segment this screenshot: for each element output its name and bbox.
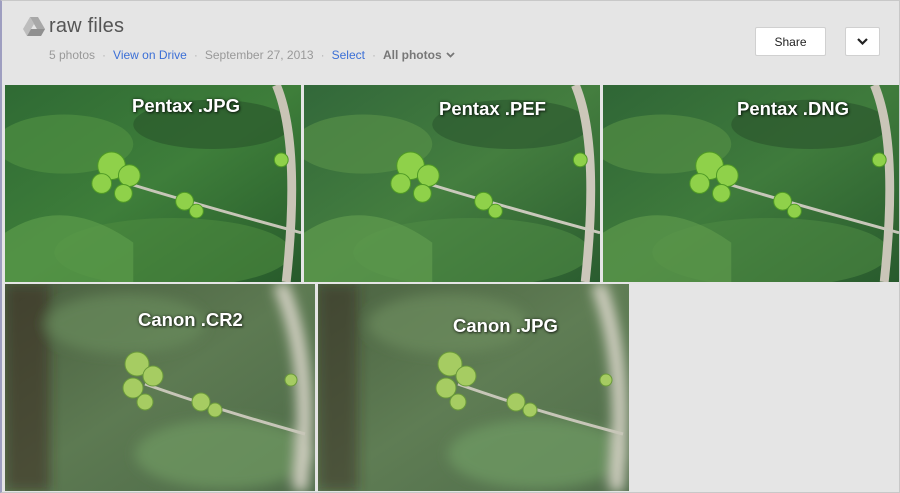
album-title: raw files <box>49 15 125 37</box>
photo-tile[interactable]: Canon .JPG <box>318 284 629 491</box>
photo-tile[interactable]: Pentax .PEF <box>304 85 600 282</box>
photo-caption: Canon .CR2 <box>138 309 243 330</box>
chevron-down-icon <box>446 52 455 58</box>
all-photos-filter[interactable]: All photos <box>383 48 455 62</box>
album-header: raw files 5 photos · View on Drive · Sep… <box>2 1 900 85</box>
photo-tile[interactable]: Pentax .JPG <box>5 85 301 282</box>
chevron-down-icon <box>857 38 868 45</box>
photo-caption: Pentax .PEF <box>439 98 546 119</box>
separator-dot: · <box>371 48 376 62</box>
separator-dot: · <box>102 48 107 62</box>
separator-dot: · <box>320 48 325 62</box>
photo-tile[interactable]: Pentax .DNG <box>603 85 899 282</box>
separator-dot: · <box>193 48 198 62</box>
photo-count: 5 photos <box>49 48 96 62</box>
album-page: raw files 5 photos · View on Drive · Sep… <box>0 0 900 493</box>
album-date: September 27, 2013 <box>204 48 314 62</box>
select-link[interactable]: Select <box>332 48 365 62</box>
photo-tile[interactable]: Canon .CR2 <box>5 284 315 491</box>
photo-caption: Pentax .DNG <box>737 98 850 119</box>
all-photos-label: All photos <box>382 48 442 62</box>
share-button[interactable]: Share <box>755 27 826 56</box>
view-on-drive-link[interactable]: View on Drive <box>113 48 187 62</box>
google-drive-icon <box>23 17 45 36</box>
photo-caption: Pentax .JPG <box>132 95 240 116</box>
more-options-button[interactable] <box>845 27 880 56</box>
photo-caption: Canon .JPG <box>453 315 558 336</box>
album-meta: 5 photos · View on Drive · September 27,… <box>49 48 455 62</box>
